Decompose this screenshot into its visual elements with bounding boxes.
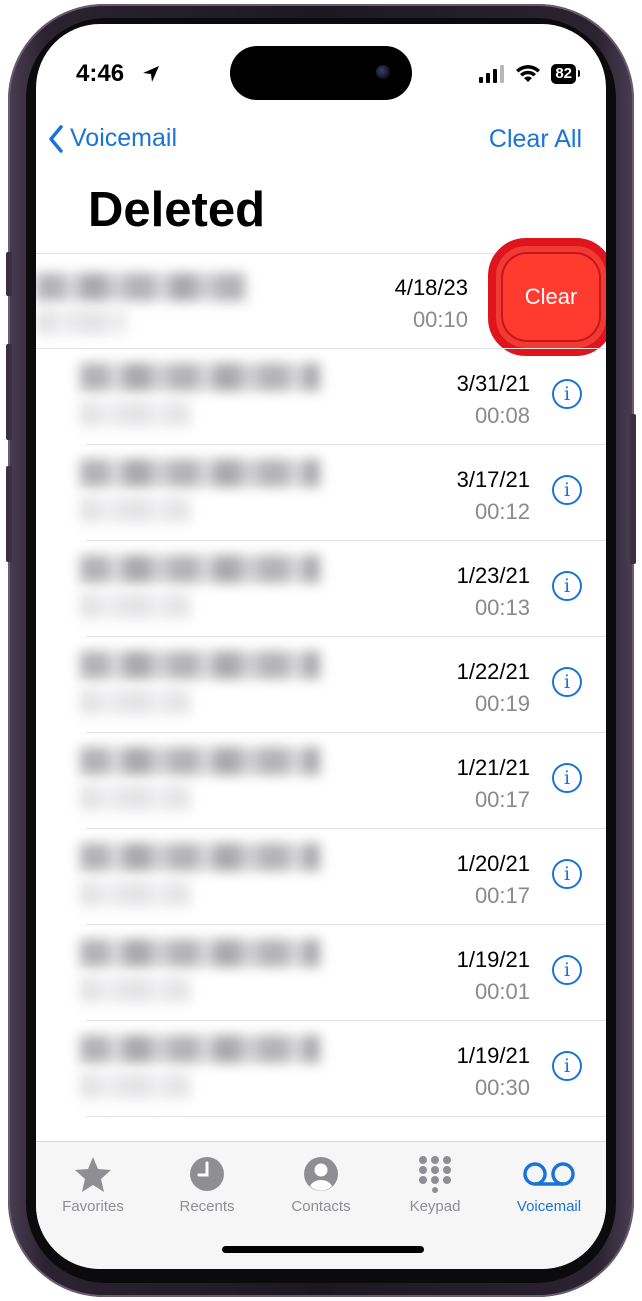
voicemail-date: 1/19/21 xyxy=(456,1043,530,1068)
voicemail-date: 4/18/23 xyxy=(394,275,468,300)
caller-detail-redacted xyxy=(36,309,126,335)
voicemail-duration: 00:17 xyxy=(474,787,530,812)
info-icon[interactable]: i xyxy=(552,667,582,697)
screen: 4:46 82 Voicemail Clear All Deleted 4/18… xyxy=(36,24,606,1269)
voicemail-date: 1/22/21 xyxy=(456,659,530,684)
status-icons: 82 xyxy=(479,64,580,84)
volume-up-button xyxy=(6,344,12,440)
tab-label: Recents xyxy=(179,1198,235,1215)
caller-detail-redacted xyxy=(80,593,190,619)
caller-detail-redacted xyxy=(80,1073,190,1099)
voicemail-date: 1/19/21 xyxy=(456,947,530,972)
voicemail-duration: 00:19 xyxy=(474,691,530,716)
back-button-label: Voicemail xyxy=(70,124,177,152)
caller-detail-redacted xyxy=(80,689,190,715)
star-icon xyxy=(75,1157,111,1192)
status-time: 4:46 xyxy=(76,60,125,87)
voicemail-duration: 00:17 xyxy=(474,883,530,908)
clock-icon xyxy=(190,1157,224,1191)
chevron-left-icon xyxy=(49,124,63,153)
caller-detail-redacted xyxy=(80,977,190,1003)
list-item[interactable]: 4/18/23 00:10 Clear xyxy=(36,238,606,356)
caller-name-redacted xyxy=(80,1035,320,1063)
info-icon[interactable]: i xyxy=(552,475,582,505)
location-arrow-icon xyxy=(143,66,159,82)
tab-label: Contacts xyxy=(291,1198,351,1215)
voicemail-date: 3/17/21 xyxy=(456,467,530,492)
cellular-signal-icon xyxy=(479,65,505,83)
voicemail-duration: 00:01 xyxy=(474,979,530,1004)
caller-detail-redacted xyxy=(80,401,190,427)
tab-voicemail[interactable]: Voicemail xyxy=(492,1152,606,1215)
caller-name-redacted xyxy=(80,939,320,967)
tab-label: Favorites xyxy=(62,1198,124,1215)
tab-recents[interactable]: Recents xyxy=(150,1152,264,1215)
volume-down-button xyxy=(6,466,12,562)
battery-indicator: 82 xyxy=(551,64,580,84)
list-item[interactable]: 3/17/21 00:12 i xyxy=(36,445,606,541)
voicemail-duration: 00:30 xyxy=(474,1075,530,1100)
side-button xyxy=(630,414,636,564)
caller-name-redacted xyxy=(80,651,320,679)
caller-name-redacted xyxy=(80,843,320,871)
dynamic-island xyxy=(230,46,412,100)
caller-name-redacted xyxy=(80,747,320,775)
info-icon[interactable]: i xyxy=(552,571,582,601)
list-item[interactable]: 1/19/21 00:01 i xyxy=(36,925,606,1021)
tab-label: Voicemail xyxy=(516,1198,582,1215)
caller-detail-redacted xyxy=(80,497,190,523)
voicemail-duration: 00:13 xyxy=(474,595,530,620)
voicemail-date: 1/21/21 xyxy=(456,755,530,780)
list-item[interactable]: 3/31/21 00:08 i xyxy=(36,349,606,445)
back-button[interactable]: Voicemail xyxy=(48,124,177,153)
camera-icon xyxy=(376,65,390,79)
clear-swipe-label: Clear xyxy=(503,254,599,340)
tab-favorites[interactable]: Favorites xyxy=(36,1152,150,1215)
voicemail-duration: 00:12 xyxy=(474,499,530,524)
caller-name-redacted xyxy=(80,555,320,583)
voicemail-duration: 00:08 xyxy=(474,403,530,428)
caller-name-redacted xyxy=(80,459,320,487)
list-item[interactable]: 1/22/21 00:19 i xyxy=(36,637,606,733)
voicemail-date: 1/20/21 xyxy=(456,851,530,876)
clear-all-button[interactable]: Clear All xyxy=(489,125,582,154)
voicemail-icon xyxy=(523,1162,575,1186)
caller-detail-redacted xyxy=(80,881,190,907)
keypad-grid-icon xyxy=(419,1156,451,1193)
info-icon[interactable]: i xyxy=(552,859,582,889)
home-indicator xyxy=(222,1246,424,1253)
info-icon[interactable]: i xyxy=(552,379,582,409)
person-circle-icon xyxy=(304,1157,338,1191)
wifi-icon xyxy=(516,65,541,82)
voicemail-duration: 00:10 xyxy=(412,307,468,332)
tab-keypad[interactable]: Keypad xyxy=(378,1152,492,1215)
caller-name-redacted xyxy=(80,363,320,391)
info-icon[interactable]: i xyxy=(552,1051,582,1081)
clear-swipe-button[interactable]: Clear xyxy=(488,238,606,356)
voicemail-date: 3/31/21 xyxy=(456,371,530,396)
voicemail-date: 1/23/21 xyxy=(456,563,530,588)
caller-detail-redacted xyxy=(80,785,190,811)
action-button xyxy=(6,252,12,296)
list-item[interactable]: 1/19/21 00:30 i xyxy=(36,1021,606,1117)
page-title: Deleted xyxy=(88,183,266,237)
list-item[interactable]: 1/23/21 00:13 i xyxy=(36,541,606,637)
list-item[interactable]: 1/21/21 00:17 i xyxy=(36,733,606,829)
tab-label: Keypad xyxy=(409,1198,461,1215)
tab-contacts[interactable]: Contacts xyxy=(264,1152,378,1215)
caller-name-redacted xyxy=(36,273,246,301)
info-icon[interactable]: i xyxy=(552,763,582,793)
list-item[interactable]: 1/20/21 00:17 i xyxy=(36,829,606,925)
info-icon[interactable]: i xyxy=(552,955,582,985)
